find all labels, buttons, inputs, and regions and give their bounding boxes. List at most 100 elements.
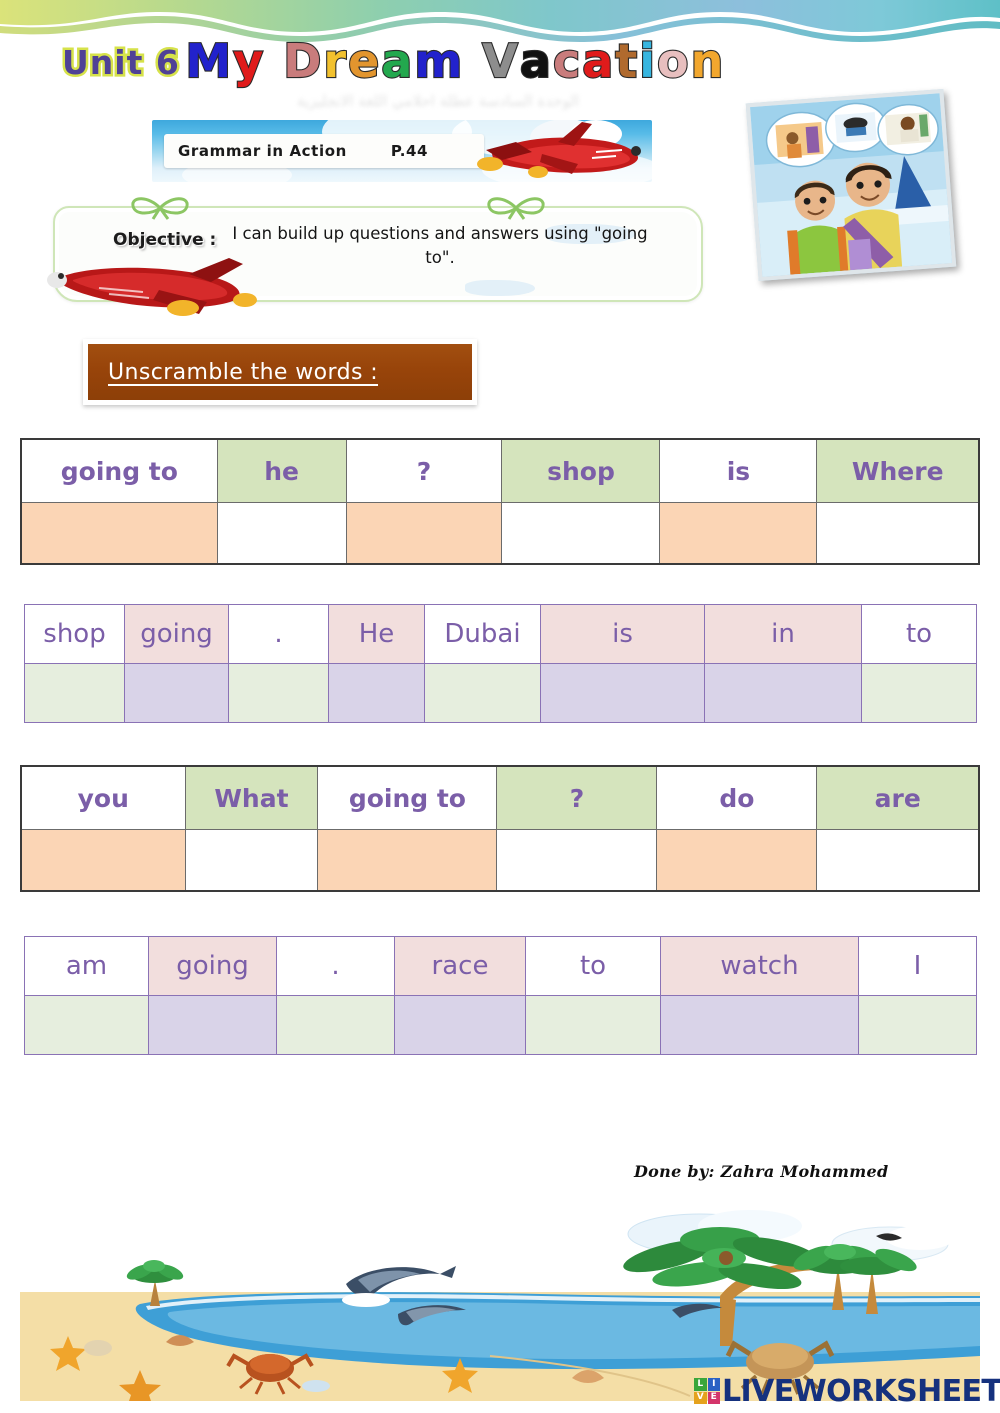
title-letter: a (581, 34, 616, 88)
answer-input-cell[interactable] (20, 502, 218, 565)
word-tile: is (659, 438, 818, 503)
word-tile: to (525, 936, 661, 996)
answer-input-cell[interactable] (816, 829, 980, 892)
answer-input-cell[interactable] (216, 502, 347, 565)
answer-row[interactable] (20, 829, 980, 892)
liveworksheets-wordmark: LIVEWORKSHEETS (722, 1373, 1000, 1409)
grammar-banner-label: Grammar in Action P.44 (164, 134, 484, 168)
answer-input-cell[interactable] (124, 663, 229, 723)
answer-row[interactable] (20, 502, 980, 565)
word-tile: going (148, 936, 277, 996)
title-letter: m (413, 34, 465, 88)
word-tile: watch (660, 936, 859, 996)
word-tile: He (328, 604, 425, 664)
answer-input-cell[interactable] (328, 663, 425, 723)
word-tile: ? (345, 438, 503, 503)
title-letter (464, 38, 482, 84)
word-tile: . (276, 936, 395, 996)
answer-input-cell[interactable] (184, 829, 319, 892)
exercise-table-4[interactable]: am going. race to watch I (24, 936, 977, 1055)
word-bank-row: you What going to? do are (20, 765, 980, 830)
answer-input-cell[interactable] (20, 829, 186, 892)
word-tile: I (858, 936, 977, 996)
answer-input-cell[interactable] (861, 663, 977, 723)
word-bank-row: shop going. He Dubai is in to (24, 604, 977, 664)
answer-input-cell[interactable] (345, 502, 503, 565)
word-tile: . (228, 604, 329, 664)
ghost-subtitle: الوحدة السادسة عطلة احلامي اللغة الانجلي… (296, 92, 580, 110)
title-letter: r (322, 34, 349, 88)
answer-input-cell[interactable] (24, 663, 125, 723)
answer-input-cell[interactable] (501, 502, 661, 565)
page-title: Unit 6 My Dream Vacation (60, 37, 725, 85)
unscramble-instruction-banner: Unscramble the words : (83, 339, 477, 405)
answer-input-cell[interactable] (424, 663, 541, 723)
title-letter: y (232, 34, 266, 88)
title-letter: c (552, 34, 583, 88)
answer-input-cell[interactable] (394, 995, 526, 1055)
answer-input-cell[interactable] (660, 995, 859, 1055)
word-tile: ? (496, 765, 658, 830)
logo-badge-cell: L (694, 1378, 707, 1391)
word-tile: What (184, 765, 319, 830)
word-tile: to (861, 604, 977, 664)
logo-badge-cell: I (707, 1378, 720, 1391)
title-letter: a (519, 34, 553, 88)
title-letter: M (184, 34, 234, 88)
answer-input-cell[interactable] (148, 995, 277, 1055)
answer-input-cell[interactable] (540, 663, 705, 723)
liveworksheets-logo: LIVE LIVEWORKSHEETS (694, 1373, 1000, 1409)
grammar-banner: Grammar in Action P.44 (152, 120, 652, 182)
unscramble-label: Unscramble the words : (108, 359, 379, 385)
author-signature: Done by: Zahra Mohammed (634, 1162, 889, 1181)
title-letter: D (282, 34, 324, 88)
word-tile: going to (317, 765, 498, 830)
exercise-table-3[interactable]: you What going to? do are (20, 765, 980, 892)
answer-input-cell[interactable] (858, 995, 977, 1055)
title-letter: t (614, 34, 640, 88)
answer-input-cell[interactable] (317, 829, 498, 892)
title-letter (265, 38, 283, 84)
word-tile: do (656, 765, 818, 830)
word-tile: going (124, 604, 229, 664)
title-letter: V (481, 34, 520, 88)
word-tile: you (20, 765, 186, 830)
word-tile: shop (501, 438, 661, 503)
answer-input-cell[interactable] (496, 829, 658, 892)
unit-label: Unit 6 (60, 43, 182, 82)
answer-input-cell[interactable] (656, 829, 818, 892)
title-letter: n (690, 34, 726, 88)
word-tile: are (816, 765, 980, 830)
answer-input-cell[interactable] (704, 663, 862, 723)
answer-input-cell[interactable] (276, 995, 395, 1055)
title-letter: o (656, 34, 691, 88)
title-letter: a (380, 34, 415, 88)
green-bow-icon (131, 197, 189, 220)
word-tile: shop (24, 604, 125, 664)
answer-row[interactable] (24, 663, 977, 723)
word-tile: going to (20, 438, 218, 503)
word-tile: Dubai (424, 604, 541, 664)
answer-row[interactable] (24, 995, 977, 1055)
answer-input-cell[interactable] (228, 663, 329, 723)
word-tile: Where (816, 438, 980, 503)
grammar-title: Grammar in Action (178, 142, 347, 160)
logo-badge-cell: E (707, 1391, 720, 1404)
word-tile: am (24, 936, 149, 996)
title-letters: My Dream Vacation (184, 34, 726, 88)
red-plane-icon-2 (47, 258, 257, 316)
exercise-table-1[interactable]: going to he? shop is Where (20, 438, 980, 565)
word-tile: in (704, 604, 862, 664)
title-letter: i (638, 34, 658, 88)
liveworksheets-badge: LIVE (694, 1378, 720, 1404)
objective-text: I can build up questions and answers usi… (232, 224, 648, 267)
word-tile: he (216, 438, 347, 503)
answer-input-cell[interactable] (659, 502, 818, 565)
logo-badge-cell: V (694, 1391, 707, 1404)
answer-input-cell[interactable] (525, 995, 661, 1055)
word-tile: race (394, 936, 526, 996)
word-bank-row: going to he? shop is Where (20, 438, 980, 503)
exercise-table-2[interactable]: shop going. He Dubai is in to (24, 604, 977, 723)
answer-input-cell[interactable] (24, 995, 149, 1055)
answer-input-cell[interactable] (816, 502, 980, 565)
